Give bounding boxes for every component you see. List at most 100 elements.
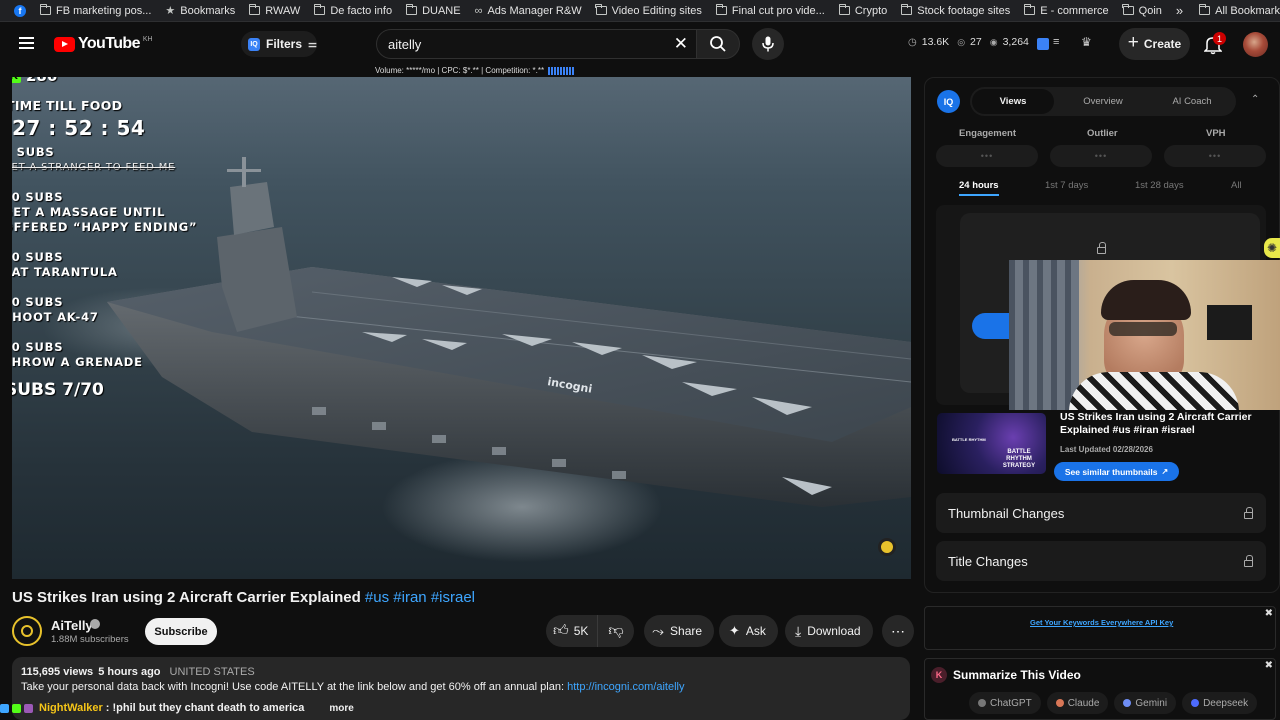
gemini-option[interactable]: Gemini xyxy=(1114,692,1177,714)
title-changes-row[interactable]: Title Changes xyxy=(936,541,1266,581)
search-box[interactable]: aitelly ✕ xyxy=(376,29,698,59)
bookmark-item[interactable]: ★ Bookmarks xyxy=(165,4,235,18)
similar-thumbnails-label: See similar thumbnails xyxy=(1064,466,1158,477)
channel-watermark-icon[interactable] xyxy=(878,538,896,556)
channel-name[interactable]: AiTelly xyxy=(51,618,93,633)
bookmark-fb-marketing[interactable]: f xyxy=(14,4,26,17)
hashtag-link[interactable]: #iran xyxy=(393,589,426,606)
bookmark-item[interactable]: De facto info xyxy=(314,4,392,17)
range-7d[interactable]: 1st 7 days xyxy=(1045,180,1088,191)
bookmark-item[interactable]: Stock footage sites xyxy=(900,4,1010,17)
metric-value-chip: ••• xyxy=(1164,145,1266,167)
bookmark-item[interactable]: DUANE xyxy=(405,4,461,17)
like-button[interactable]: 👍︎ 5K xyxy=(546,615,598,647)
search-input[interactable]: aitelly xyxy=(388,37,421,52)
keyword-metrics-text: Volume: *****/mo | CPC: $*.** | Competit… xyxy=(375,66,545,75)
bookmark-label: DUANE xyxy=(422,4,461,17)
voice-search-button[interactable] xyxy=(752,28,784,60)
vidiq-toolbar-icon[interactable] xyxy=(1037,38,1049,50)
chat-badge-icon xyxy=(0,703,9,713)
deepseek-option[interactable]: Deepseek xyxy=(1182,692,1258,714)
metric-value-chip: ••• xyxy=(1050,145,1152,167)
thumbnail-preview[interactable]: BATTLE RHYTHM BATTLE RHYTHM STRATEGY xyxy=(937,413,1046,474)
notifications-button[interactable]: 1 xyxy=(1202,31,1228,57)
bookmarks-bar: f FB marketing pos... ★ Bookmarks RWAW De… xyxy=(0,0,1280,22)
create-button[interactable]: + Create xyxy=(1119,28,1190,60)
search-button[interactable] xyxy=(696,29,740,59)
vidiq-logo-icon: IQ xyxy=(937,90,960,113)
folder-icon xyxy=(1122,4,1134,15)
claude-option[interactable]: Claude xyxy=(1046,692,1109,714)
thumbnail-title: US Strikes Iran using 2 Aircraft Carrier… xyxy=(1060,411,1252,436)
show-more-link[interactable]: more xyxy=(329,703,353,714)
similar-thumbnails-button[interactable]: See similar thumbnails ↗ xyxy=(1054,462,1179,481)
thumbnail-changes-row[interactable]: Thumbnail Changes xyxy=(936,493,1266,533)
bookmark-label: Ads Manager R&W xyxy=(487,4,582,17)
collapse-panel-icon[interactable]: ⌃ xyxy=(1251,94,1259,105)
folder-icon xyxy=(248,4,261,15)
chat-message: : !phil but they chant death to america xyxy=(105,702,305,714)
bookmark-item[interactable]: FB marketing pos... xyxy=(39,4,151,17)
bookmark-label: Final cut pro vide... xyxy=(731,4,825,17)
chatgpt-option[interactable]: ChatGPT xyxy=(969,692,1041,714)
youtube-wordmark: YouTube xyxy=(78,35,140,52)
description-link[interactable]: http://incogni.com/aitelly xyxy=(567,681,684,693)
bookmark-label: E - commerce xyxy=(1040,4,1109,17)
more-actions-button[interactable]: ⋯ xyxy=(882,615,914,647)
deepseek-icon xyxy=(1191,699,1200,707)
folder-icon xyxy=(595,4,607,15)
search-icon xyxy=(710,36,726,52)
api-key-link[interactable]: Get Your Keywords Everywhere API Key xyxy=(1030,618,1173,627)
dislike-button[interactable]: 👎︎ xyxy=(598,615,634,647)
channel-avatar[interactable] xyxy=(12,616,42,646)
notification-badge: 1 xyxy=(1213,32,1226,45)
list-icon[interactable]: ≡ xyxy=(1053,36,1059,48)
ask-button[interactable]: ✦ Ask xyxy=(719,615,778,647)
bookmark-item[interactable]: Final cut pro vide... xyxy=(715,4,825,17)
range-24h[interactable]: 24 hours xyxy=(959,180,999,196)
share-button[interactable]: ⤳ Share xyxy=(644,615,714,647)
bookmark-label: Crypto xyxy=(854,4,888,17)
masthead: YouTube KH IQ Filters ⚌ aitelly ✕ ◷ 13.6K… xyxy=(0,22,1280,66)
close-icon[interactable]: ✖ xyxy=(1265,660,1273,671)
subscribe-button[interactable]: Subscribe xyxy=(145,618,217,645)
bookmark-item[interactable]: E - commerce xyxy=(1023,4,1109,17)
bookmark-item[interactable]: Qoin xyxy=(1122,4,1162,17)
external-link-icon: ↗ xyxy=(1161,467,1169,476)
option-label: Deepseek xyxy=(1203,697,1249,709)
tab-overview[interactable]: Overview xyxy=(1062,89,1144,114)
download-label: Download xyxy=(807,624,861,638)
hashtag-link[interactable]: #israel xyxy=(431,589,475,606)
clear-search-icon[interactable]: ✕ xyxy=(674,34,688,54)
share-label: Share xyxy=(670,624,703,638)
tab-ai-coach[interactable]: AI Coach xyxy=(1151,89,1233,114)
stat-2: 27 xyxy=(970,36,982,48)
video-title: US Strikes Iran using 2 Aircraft Carrier… xyxy=(12,589,475,606)
all-bookmarks[interactable]: All Bookmarks xyxy=(1198,4,1280,17)
trophy-icon[interactable]: ♛ xyxy=(1081,35,1092,49)
bookmark-item[interactable]: Video Editing sites xyxy=(595,4,702,17)
download-button[interactable]: ⤓ Download xyxy=(785,615,873,647)
avatar[interactable] xyxy=(1243,32,1268,57)
bookmarks-overflow-button[interactable]: » xyxy=(1176,3,1183,18)
goal-subs: 5 SUBS xyxy=(12,145,55,159)
tab-views[interactable]: Views xyxy=(972,89,1054,114)
bookmark-item[interactable]: ∞ Ads Manager R&W xyxy=(475,5,582,17)
kick-logo-icon: K xyxy=(12,77,21,83)
metric-value: ••• xyxy=(1094,151,1108,161)
bookmark-label: RWAW xyxy=(265,4,301,17)
bookmark-item[interactable]: Crypto xyxy=(838,4,888,17)
vidiq-filters-button[interactable]: IQ Filters ⚌ xyxy=(241,31,317,57)
menu-icon[interactable] xyxy=(19,37,34,49)
range-28d[interactable]: 1st 28 days xyxy=(1135,180,1184,191)
description-text: Take your personal data back with Incogn… xyxy=(21,681,684,693)
hashtag-link[interactable]: #us xyxy=(365,589,389,606)
video-player[interactable]: incogni K 286 TIME TILL FOOD 27 : 52 : 5… xyxy=(12,77,911,579)
all-bookmarks-label: All Bookmarks xyxy=(1215,4,1280,17)
bookmark-item[interactable]: RWAW xyxy=(248,4,301,17)
youtube-logo[interactable]: YouTube KH xyxy=(54,35,153,53)
range-all[interactable]: All xyxy=(1231,180,1242,191)
metric-value-chip: ••• xyxy=(936,145,1038,167)
eye-icon: ◎ xyxy=(957,36,966,47)
close-icon[interactable]: ✖ xyxy=(1265,608,1273,619)
